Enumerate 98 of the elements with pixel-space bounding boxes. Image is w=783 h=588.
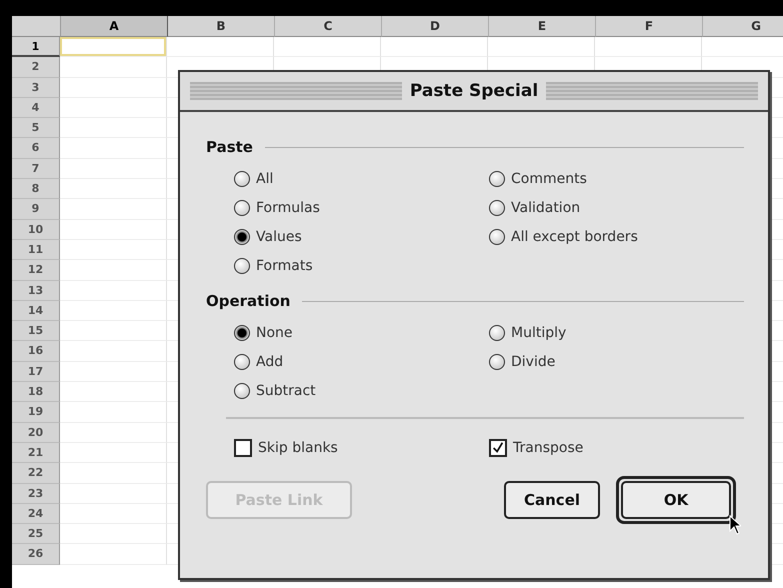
option-label[interactable]: Validation <box>511 200 580 216</box>
row-header[interactable]: 1 <box>12 37 60 58</box>
grid-cell[interactable] <box>60 138 167 159</box>
grid-cell[interactable] <box>60 98 167 118</box>
row-header[interactable]: 23 <box>12 484 60 504</box>
row-header[interactable]: 21 <box>12 442 60 464</box>
grid-cell[interactable] <box>167 37 274 58</box>
grid-cell[interactable] <box>60 442 167 464</box>
column-header[interactable]: C <box>275 16 382 37</box>
row-header[interactable]: 12 <box>12 260 60 281</box>
column-header[interactable]: D <box>382 16 489 37</box>
option-label[interactable]: All <box>256 170 274 186</box>
grid-cell[interactable] <box>60 179 167 200</box>
row-header[interactable]: 8 <box>12 179 60 200</box>
mouse-pointer-icon <box>729 515 742 535</box>
grid-cell[interactable] <box>60 78 167 98</box>
option-label[interactable]: Subtract <box>256 382 316 398</box>
dialog-button[interactable]: Cancel <box>504 481 600 519</box>
checkbox[interactable] <box>489 438 507 456</box>
radio-button[interactable] <box>234 228 250 244</box>
row-header[interactable]: 25 <box>12 524 60 544</box>
row-header[interactable]: 2 <box>12 57 60 78</box>
grid-cell[interactable] <box>60 463 167 484</box>
row-header[interactable]: 13 <box>12 280 60 301</box>
row-header[interactable]: 9 <box>12 199 60 220</box>
grid-cell[interactable] <box>60 321 167 342</box>
grid-cell[interactable] <box>274 37 381 58</box>
row-header[interactable]: 11 <box>12 240 60 260</box>
column-header[interactable]: E <box>489 16 596 37</box>
window-title: Paste Special <box>410 81 538 101</box>
grid-cell[interactable] <box>60 504 167 524</box>
row-header[interactable]: 10 <box>12 220 60 240</box>
row-header[interactable]: 5 <box>12 118 60 138</box>
ok-button[interactable]: OK <box>621 481 732 519</box>
grid-cell[interactable] <box>60 220 167 240</box>
row-header[interactable]: 26 <box>12 544 60 565</box>
row-header[interactable]: 20 <box>12 422 60 443</box>
grid-cell[interactable] <box>60 118 167 138</box>
row-header[interactable]: 17 <box>12 362 60 382</box>
grid-cell[interactable] <box>60 362 167 382</box>
select-all-corner[interactable] <box>12 16 61 37</box>
checkbox-label[interactable]: Skip blanks <box>258 440 338 456</box>
option-label[interactable]: Values <box>256 228 302 244</box>
radio-button[interactable] <box>489 354 505 370</box>
radio-button[interactable] <box>489 200 505 216</box>
column-header[interactable]: F <box>596 16 703 37</box>
grid-cell[interactable] <box>60 422 167 443</box>
row-header[interactable]: 14 <box>12 300 60 322</box>
grid-cell[interactable] <box>488 37 595 58</box>
row-header[interactable]: 16 <box>12 341 60 362</box>
option-label[interactable]: Formulas <box>256 200 320 216</box>
option-label[interactable]: Comments <box>511 170 587 186</box>
option-label[interactable]: Formats <box>256 258 313 274</box>
grid-cell[interactable] <box>595 37 702 58</box>
grid-cell[interactable] <box>60 158 167 180</box>
row-header[interactable]: 15 <box>12 321 60 342</box>
row-header[interactable]: 24 <box>12 504 60 524</box>
radio-button[interactable] <box>234 382 250 398</box>
grid-cell[interactable] <box>60 544 167 565</box>
grid-cell[interactable] <box>60 280 167 301</box>
row-header[interactable]: 3 <box>12 78 60 98</box>
grid-cell[interactable] <box>60 240 167 260</box>
grid-cell[interactable] <box>60 57 167 78</box>
option-label[interactable]: Add <box>256 354 284 370</box>
radio-button[interactable] <box>234 170 250 186</box>
group-label: Paste <box>206 138 253 156</box>
row-header[interactable]: 19 <box>12 402 60 423</box>
column-header[interactable]: G <box>703 16 783 37</box>
option-label[interactable]: None <box>256 324 293 340</box>
option-label[interactable]: All except borders <box>511 228 638 244</box>
row-header[interactable]: 4 <box>12 98 60 118</box>
radio-button[interactable] <box>489 170 505 186</box>
radio-button[interactable] <box>234 258 250 274</box>
grid-cell[interactable] <box>60 402 167 423</box>
grid-cell[interactable] <box>60 484 167 504</box>
radio-button[interactable] <box>234 200 250 216</box>
grid-cell[interactable] <box>60 382 167 402</box>
row-header[interactable]: 7 <box>12 158 60 180</box>
column-header[interactable]: A <box>61 16 168 37</box>
group-label: Operation <box>206 292 290 310</box>
grid-cell[interactable] <box>60 300 167 322</box>
option-label[interactable]: Divide <box>511 354 556 370</box>
grid-cell[interactable] <box>381 37 488 58</box>
row-header[interactable]: 6 <box>12 138 60 159</box>
radio-button[interactable] <box>489 324 505 340</box>
row-header[interactable]: 18 <box>12 382 60 402</box>
checkbox-label[interactable]: Transpose <box>513 440 584 456</box>
column-header[interactable]: B <box>168 16 275 37</box>
grid-cell[interactable] <box>60 524 167 544</box>
row-header[interactable]: 22 <box>12 463 60 484</box>
option-label[interactable]: Multiply <box>511 324 566 340</box>
radio-button[interactable] <box>234 324 250 340</box>
checkbox[interactable] <box>234 438 252 456</box>
grid-cell[interactable] <box>60 341 167 362</box>
grid-cell[interactable] <box>60 260 167 281</box>
radio-button[interactable] <box>234 354 250 370</box>
radio-button[interactable] <box>489 228 505 244</box>
grid-cell[interactable] <box>60 199 167 220</box>
